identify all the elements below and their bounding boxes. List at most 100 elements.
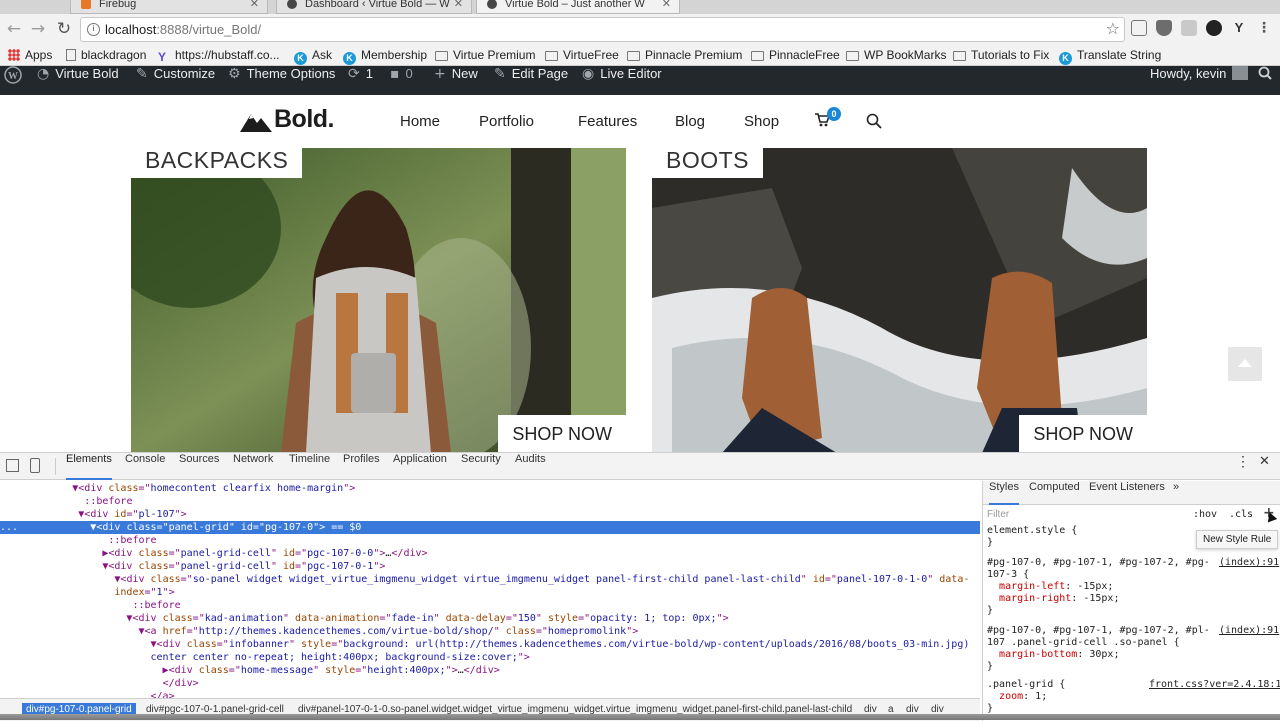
reload-icon[interactable]: ↻ bbox=[54, 19, 74, 39]
dom-node[interactable]: ::before bbox=[0, 599, 980, 612]
tab-network[interactable]: Network bbox=[233, 453, 273, 480]
close-icon[interactable]: ✕ bbox=[250, 0, 259, 10]
bookmark-label: Pinnacle Premium bbox=[645, 48, 743, 62]
bookmark-item[interactable]: K Ask bbox=[294, 47, 332, 65]
extension-icon[interactable] bbox=[1181, 20, 1197, 36]
shop-now-button[interactable]: SHOP NOW bbox=[498, 415, 626, 452]
css-source-link[interactable]: front.css?ver=2.4.18:1 bbox=[1149, 679, 1280, 691]
dom-node[interactable]: ▼<div id="pl-107"> bbox=[0, 508, 980, 521]
device-toolbar-icon[interactable] bbox=[30, 458, 40, 473]
nav-shop[interactable]: Shop bbox=[744, 113, 779, 130]
nav-features[interactable]: Features bbox=[578, 113, 637, 130]
close-icon[interactable]: ✕ bbox=[662, 0, 671, 10]
bookmark-item[interactable]: VirtueFree bbox=[545, 47, 619, 63]
css-source-link[interactable]: (index):91 bbox=[1219, 625, 1279, 637]
promo-banner-boots[interactable]: BOOTS SHOP NOW bbox=[652, 148, 1147, 452]
updates-link[interactable]: ⟳ 1 bbox=[348, 66, 373, 95]
browser-tab-active[interactable]: Virtue Bold – Just another W ✕ bbox=[476, 0, 680, 14]
bookmark-star-icon[interactable]: ☆ bbox=[1106, 19, 1120, 38]
tab-elements[interactable]: Elements bbox=[66, 453, 112, 480]
close-devtools-icon[interactable]: ✕ bbox=[1259, 453, 1270, 480]
tab-audits[interactable]: Audits bbox=[515, 453, 546, 480]
edit-page-link[interactable]: ✎ Edit Page bbox=[494, 66, 568, 95]
more-options-icon[interactable]: ⋮ bbox=[1236, 453, 1250, 480]
browser-tab[interactable]: Firebug ✕ bbox=[70, 0, 268, 14]
bookmark-item[interactable]: Pinnacle Premium bbox=[627, 47, 742, 63]
tab-application[interactable]: Application bbox=[393, 453, 447, 480]
dom-node[interactable]: ::before bbox=[0, 495, 980, 508]
url-text[interactable]: localhost:8888/virtue_Bold/ bbox=[105, 22, 261, 37]
bookmark-item[interactable]: PinnacleFree bbox=[751, 47, 840, 63]
wordpress-logo-icon[interactable]: W bbox=[4, 66, 22, 95]
close-icon[interactable]: ✕ bbox=[454, 0, 463, 10]
dom-node[interactable]: ▼<div class="panel-grid-cell" id="pgc-10… bbox=[0, 560, 980, 573]
bookmark-item[interactable]: Virtue Premium bbox=[435, 47, 535, 63]
inspect-element-icon[interactable] bbox=[6, 459, 19, 472]
my-account-link[interactable]: Howdy, kevin bbox=[1150, 66, 1249, 95]
tab-timeline[interactable]: Timeline bbox=[289, 453, 330, 480]
tab-styles[interactable]: Styles bbox=[989, 481, 1019, 505]
elements-tree[interactable]: ▼<div class="homecontent clearfix home-m… bbox=[0, 481, 980, 706]
search-icon[interactable] bbox=[866, 113, 882, 134]
tab-sources[interactable]: Sources bbox=[179, 453, 219, 480]
class-toggle[interactable]: .cls bbox=[1229, 509, 1253, 520]
nav-portfolio[interactable]: Portfolio bbox=[479, 113, 534, 130]
svg-text:W: W bbox=[8, 71, 18, 82]
dom-node[interactable]: ▼<div class="kad-animation" data-animati… bbox=[0, 612, 980, 625]
bookmark-item[interactable]: K Translate String bbox=[1059, 47, 1161, 65]
styles-filter-input[interactable]: Filter bbox=[987, 509, 1009, 520]
back-to-top-button[interactable] bbox=[1228, 347, 1262, 381]
y-extension-icon[interactable]: Y bbox=[1231, 20, 1247, 36]
bookmark-item[interactable]: blackdragon bbox=[66, 47, 146, 63]
comments-link[interactable]: ▪ 0 bbox=[390, 66, 413, 95]
dom-node[interactable]: ▼<div class="so-panel widget widget_virt… bbox=[0, 573, 980, 586]
bookmark-item[interactable]: K Membership bbox=[343, 47, 427, 65]
theme-options-link[interactable]: ⚙ Theme Options bbox=[228, 66, 335, 95]
search-icon[interactable] bbox=[1258, 66, 1272, 95]
menu-icon[interactable]: ⋮ bbox=[1256, 20, 1272, 36]
tab-computed[interactable]: Computed bbox=[1029, 481, 1080, 505]
info-icon[interactable]: i bbox=[87, 23, 100, 36]
forward-icon[interactable]: → bbox=[28, 19, 48, 39]
bookmark-item[interactable]: Tutorials to Fix bbox=[953, 47, 1049, 63]
dom-node[interactable]: ▼<a href="http://themes.kadencethemes.co… bbox=[0, 625, 980, 638]
more-tabs-icon[interactable]: » bbox=[1173, 481, 1179, 505]
css-rule[interactable]: .panel-grid { zoom: 1; } bbox=[987, 679, 1065, 715]
browser-tab[interactable]: Dashboard ‹ Virtue Bold — W ✕ bbox=[276, 0, 472, 14]
bookmark-apps[interactable]: Apps bbox=[8, 47, 52, 63]
dom-node[interactable]: ::before bbox=[0, 534, 980, 547]
tab-security[interactable]: Security bbox=[461, 453, 501, 480]
new-content-link[interactable]: + New bbox=[434, 66, 478, 95]
promo-banner-backpacks[interactable]: BACKPACKS SHOP NOW bbox=[131, 148, 626, 452]
css-source-link[interactable]: (index):91 bbox=[1219, 557, 1279, 569]
tab-event-listeners[interactable]: Event Listeners bbox=[1089, 481, 1165, 505]
address-bar[interactable]: i localhost:8888/virtue_Bold/ ☆ bbox=[80, 17, 1125, 42]
back-icon[interactable]: ← bbox=[4, 19, 24, 39]
css-rule[interactable]: element.style { } bbox=[987, 525, 1077, 549]
bookmark-item[interactable]: WP BookMarks bbox=[846, 47, 946, 63]
dom-node[interactable]: ▼<div class="infobanner" style="backgrou… bbox=[0, 638, 980, 651]
dom-node[interactable]: center center no-repeat; height:400px; b… bbox=[0, 651, 980, 664]
cast-icon[interactable] bbox=[1131, 20, 1147, 36]
nav-home[interactable]: Home bbox=[400, 113, 440, 130]
bookmark-label: https://hubstaff.co... bbox=[175, 48, 280, 62]
shop-now-button[interactable]: SHOP NOW bbox=[1019, 415, 1147, 452]
customize-link[interactable]: ✎ Customize bbox=[136, 66, 215, 95]
bookmark-item[interactable]: Yhttps://hubstaff.co... bbox=[158, 47, 280, 63]
site-name-link[interactable]: ◔ Virtue Bold bbox=[37, 66, 119, 95]
dom-node-selected[interactable]: ... ▼<div class="panel-grid" id="pg-107-… bbox=[0, 521, 980, 534]
nav-blog[interactable]: Blog bbox=[675, 113, 705, 130]
extension-icon[interactable] bbox=[1206, 20, 1222, 36]
dom-node[interactable]: </div> bbox=[0, 677, 980, 690]
tab-console[interactable]: Console bbox=[125, 453, 165, 480]
css-rule[interactable]: #pg-107-0, #pg-107-1, #pg-107-2, #pg- 10… bbox=[987, 557, 1210, 617]
css-rule[interactable]: #pg-107-0, #pg-107-1, #pg-107-2, #pl- 10… bbox=[987, 625, 1210, 673]
dom-node[interactable]: index="1"> bbox=[0, 586, 980, 599]
dom-node[interactable]: ▶<div class="home-message" style="height… bbox=[0, 664, 980, 677]
hover-state-toggle[interactable]: :hov bbox=[1193, 509, 1217, 520]
dom-node[interactable]: ▼<div class="homecontent clearfix home-m… bbox=[0, 482, 980, 495]
live-editor-link[interactable]: ◉ Live Editor bbox=[582, 66, 662, 95]
shield-icon[interactable] bbox=[1156, 20, 1172, 36]
tab-profiles[interactable]: Profiles bbox=[343, 453, 380, 480]
dom-node[interactable]: ▶<div class="panel-grid-cell" id="pgc-10… bbox=[0, 547, 980, 560]
